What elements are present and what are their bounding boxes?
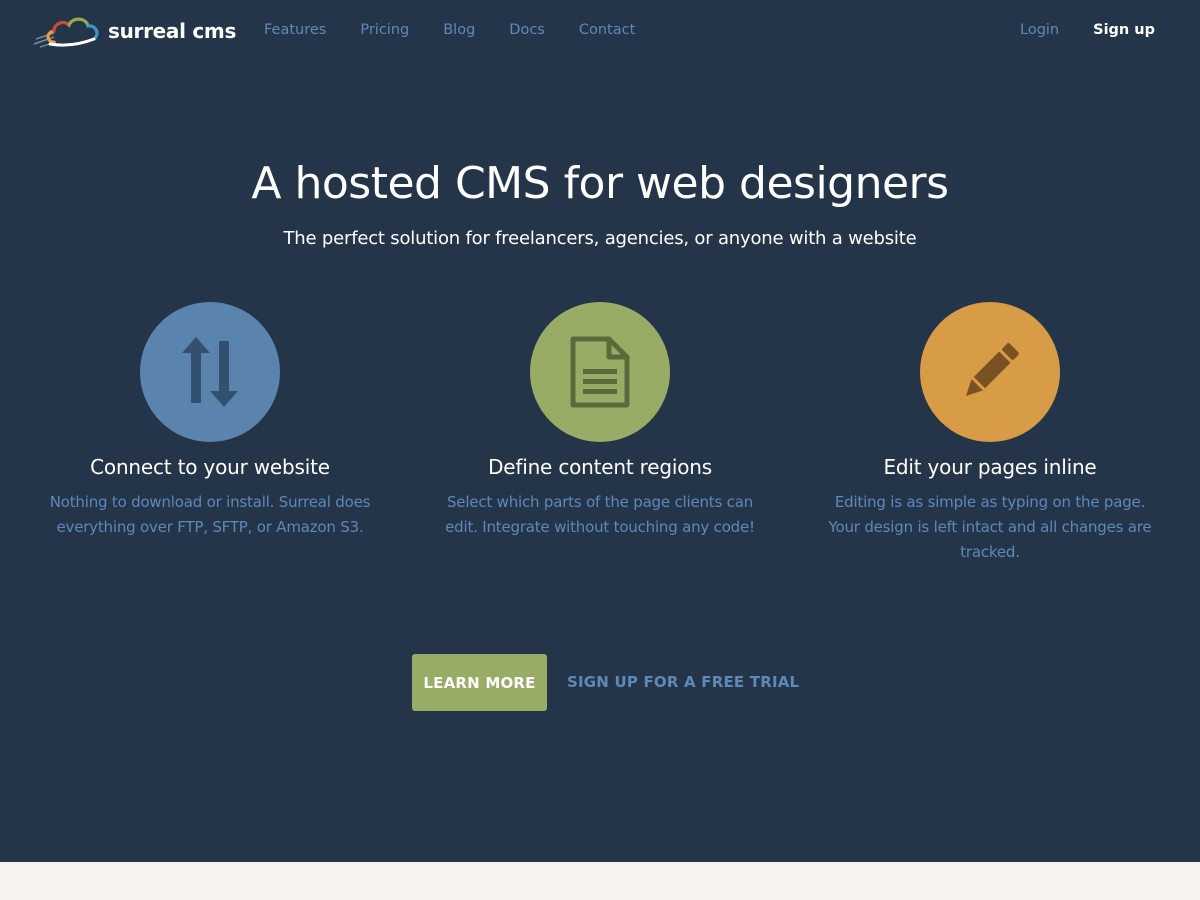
feature-description: Nothing to download or install. Surreal … — [49, 493, 371, 536]
nav-features[interactable]: Features — [264, 20, 326, 40]
feature-description: Editing is as simple as typing on the pa… — [828, 493, 1152, 561]
signup-link[interactable]: Sign up — [1093, 20, 1155, 40]
nav-blog[interactable]: Blog — [443, 20, 475, 40]
up-down-arrows-icon — [182, 337, 238, 407]
brand-name: surreal cms — [108, 19, 237, 43]
feature-icon-circle — [140, 302, 280, 442]
feature-define: Define content regions Select which part… — [430, 302, 770, 536]
main-nav: Features Pricing Blog Docs Contact — [264, 20, 669, 40]
footer-section — [0, 862, 1200, 900]
feature-connect: Connect to your website Nothing to downl… — [40, 302, 380, 536]
document-icon — [570, 336, 630, 408]
account-nav: Login Sign up — [1020, 20, 1155, 40]
login-link[interactable]: Login — [1020, 20, 1059, 40]
feature-title: Edit your pages inline — [883, 455, 1097, 479]
feature-title: Connect to your website — [90, 455, 330, 479]
feature-description: Select which parts of the page clients c… — [445, 493, 755, 536]
page-title: A hosted CMS for web designers — [251, 158, 949, 209]
free-trial-link[interactable]: SIGN UP FOR A FREE TRIAL — [567, 672, 799, 692]
feature-edit: Edit your pages inline Editing is as sim… — [820, 302, 1160, 561]
pencil-icon — [965, 343, 1019, 397]
nav-docs[interactable]: Docs — [509, 20, 545, 40]
page-subtitle: The perfect solution for freelancers, ag… — [283, 228, 917, 249]
learn-more-button[interactable]: LEARN MORE — [412, 654, 547, 711]
feature-icon-circle — [920, 302, 1060, 442]
feature-icon-circle — [530, 302, 670, 442]
nav-pricing[interactable]: Pricing — [360, 20, 409, 40]
brand-logo[interactable]: surreal cms — [32, 12, 236, 50]
feature-title: Define content regions — [488, 455, 712, 479]
nav-contact[interactable]: Contact — [579, 20, 635, 40]
cloud-logo-icon — [33, 17, 99, 48]
